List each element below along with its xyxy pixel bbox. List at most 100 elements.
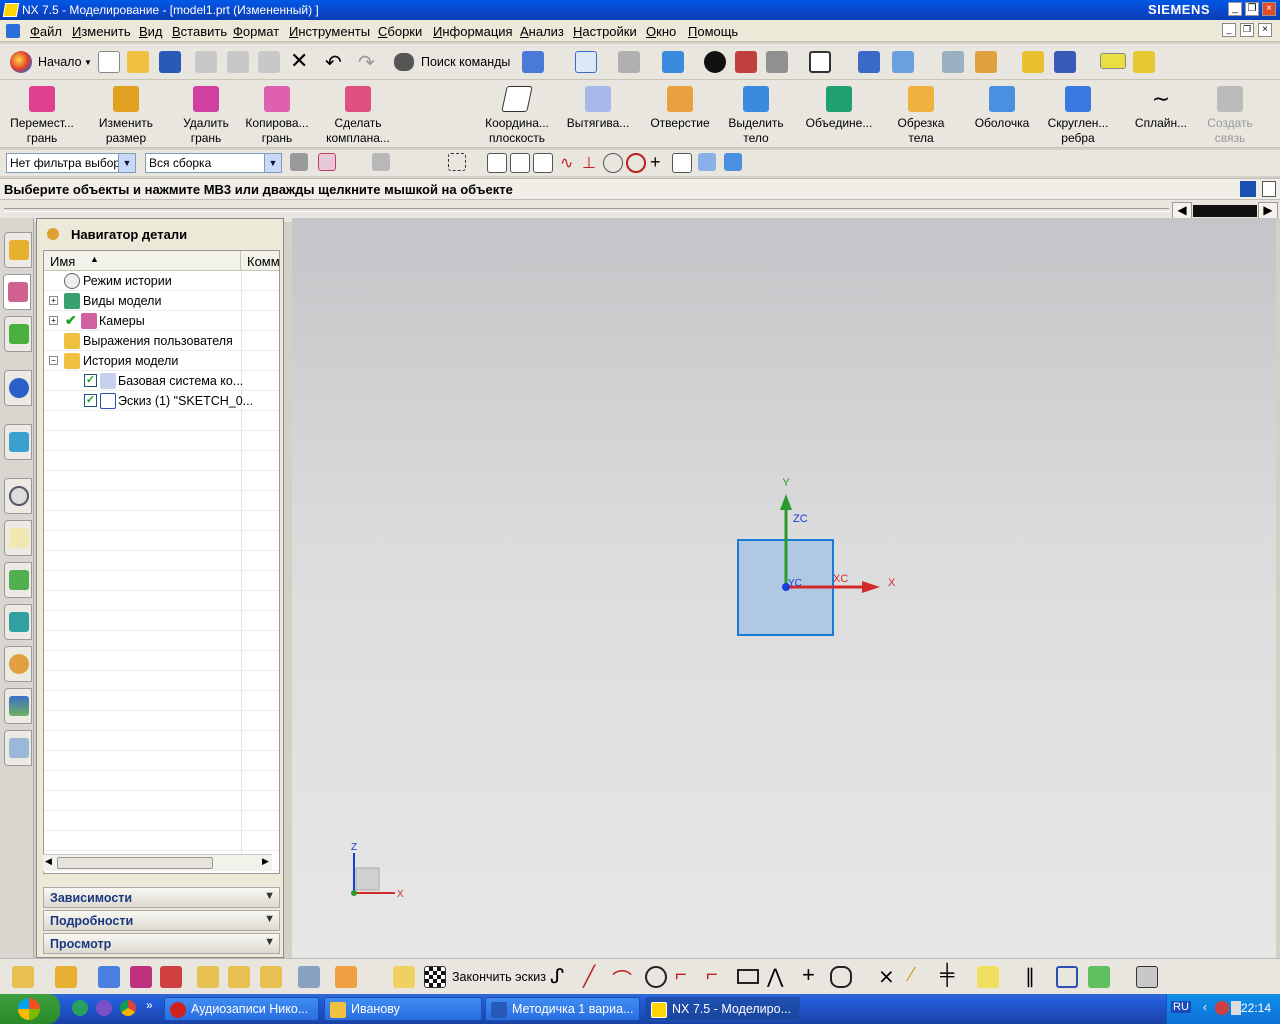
snap-intersection-icon[interactable]: ⊥: [582, 153, 596, 173]
menu-assemblies[interactable]: Сборки: [378, 24, 422, 39]
angle-measure-icon[interactable]: [1133, 51, 1155, 73]
trim-body-button[interactable]: Обрезка тела: [881, 82, 961, 146]
quicklaunch-app-icon[interactable]: [96, 1000, 112, 1016]
snap-icon[interactable]: [975, 51, 997, 73]
doc-minimize-button[interactable]: _: [1222, 23, 1236, 37]
visibility-checkbox[interactable]: ✓: [84, 374, 97, 387]
move-component-icon[interactable]: [98, 966, 120, 988]
wave-icon[interactable]: [260, 966, 282, 988]
language-indicator[interactable]: RU: [1171, 1001, 1191, 1013]
finish-sketch-button[interactable]: Закончить эскиз: [452, 970, 546, 984]
menu-analysis[interactable]: Анализ: [520, 24, 564, 39]
menu-format[interactable]: Формат: [233, 24, 279, 39]
auto-constrain-icon[interactable]: [977, 966, 999, 988]
unite-button[interactable]: Объедине...: [799, 82, 879, 146]
finish-sketch-icon[interactable]: [424, 966, 446, 988]
cut-icon[interactable]: [195, 51, 217, 73]
circle-icon[interactable]: [645, 966, 667, 988]
system-scene-tab[interactable]: [4, 688, 32, 724]
explode-icon[interactable]: [197, 966, 219, 988]
menu-information[interactable]: Информация: [433, 24, 513, 39]
fit-view-icon[interactable]: [575, 51, 597, 73]
quicklaunch-chrome-icon[interactable]: [120, 1000, 136, 1016]
pattern-component-icon[interactable]: [335, 966, 357, 988]
panel-dependencies[interactable]: Зависимости ▼: [43, 887, 280, 908]
measure-icon[interactable]: [1100, 53, 1126, 69]
delete-face-button[interactable]: Удалить грань: [166, 82, 246, 146]
horizontal-scrollbar[interactable]: ◀ ▶: [43, 854, 272, 871]
clock[interactable]: 22:14: [1241, 1001, 1271, 1015]
polygon-icon[interactable]: ⋀: [767, 964, 783, 989]
analysis-icon[interactable]: [1022, 51, 1044, 73]
arc-icon[interactable]: ⌒: [612, 964, 632, 993]
spline-sketch-icon[interactable]: [830, 966, 852, 988]
graphics-window[interactable]: Y ZC XC X YC Z X: [292, 218, 1276, 958]
extract-body-button[interactable]: Выделить тело: [716, 82, 796, 146]
quick-trim-icon[interactable]: ⨯: [878, 964, 895, 989]
type-filter-dropdown[interactable]: Нет фильтра выбор ▼: [6, 153, 136, 173]
clone-icon[interactable]: [298, 966, 320, 988]
menu-window[interactable]: Окно: [646, 24, 676, 39]
make-corner-icon[interactable]: ╪: [940, 964, 954, 987]
snap-on-curve-icon[interactable]: [672, 153, 692, 173]
tree-row-history-mode[interactable]: Режим истории: [44, 271, 279, 291]
copy-face-button[interactable]: Копирова... грань: [237, 82, 317, 146]
close-button[interactable]: ×: [1262, 2, 1276, 16]
selection-settings-icon[interactable]: [290, 153, 308, 171]
collapse-icon[interactable]: −: [49, 356, 58, 365]
profile-icon[interactable]: ᔑ: [550, 964, 564, 989]
snap-body-icon[interactable]: [724, 153, 742, 171]
datum-plane-button[interactable]: Координа... плоскость: [477, 82, 557, 146]
assembly-navigator-tab[interactable]: [4, 232, 32, 268]
render-style-icon[interactable]: [704, 51, 726, 73]
visualization-tab[interactable]: [4, 730, 32, 766]
make-coplanar-button[interactable]: Сделать компланa...: [318, 82, 398, 146]
tree-row-model-views[interactable]: + Виды модели: [44, 291, 279, 311]
start-button[interactable]: Начало: [38, 55, 82, 69]
open-folder-icon[interactable]: [127, 51, 149, 73]
snap-control-point-icon[interactable]: [533, 153, 553, 173]
sequence-icon[interactable]: [228, 966, 250, 988]
info-window-icon[interactable]: [522, 51, 544, 73]
history-tab[interactable]: [4, 478, 32, 514]
tray-volume-icon[interactable]: [1231, 1001, 1241, 1015]
snap-curve-icon[interactable]: ∿: [560, 153, 573, 173]
menu-view[interactable]: Вид: [139, 24, 163, 39]
chamfer-icon[interactable]: ⌐: [706, 964, 718, 987]
hidden-edge-icon[interactable]: [766, 51, 788, 73]
fillet-icon[interactable]: ⌐: [675, 964, 687, 987]
general-selection-icon[interactable]: [318, 153, 336, 171]
panel-details[interactable]: Подробности ▼: [43, 910, 280, 931]
snap-face-icon[interactable]: [698, 153, 716, 171]
feature-select-icon[interactable]: [372, 153, 390, 171]
dimension-icon[interactable]: [1056, 966, 1078, 988]
binoculars-icon[interactable]: [394, 53, 414, 71]
menu-tools[interactable]: Инструменты: [289, 24, 370, 39]
scroll-thumb[interactable]: [57, 857, 213, 869]
column-header-comment[interactable]: Комм: [241, 251, 279, 271]
find-command-button[interactable]: Поиск команды: [421, 55, 510, 69]
extrude-button[interactable]: Вытягива...: [558, 82, 638, 146]
line-icon[interactable]: ╱: [583, 964, 595, 989]
wcs-icon[interactable]: [858, 51, 880, 73]
reuse-library-tab[interactable]: [4, 316, 32, 352]
pin-icon[interactable]: [47, 228, 59, 240]
start-icon[interactable]: [10, 51, 32, 73]
assembly-icon[interactable]: [12, 966, 34, 988]
snap-point-icon[interactable]: +: [650, 152, 661, 173]
start-button[interactable]: [0, 994, 60, 1024]
delete-icon[interactable]: ✕: [290, 50, 308, 72]
new-file-icon[interactable]: [98, 51, 120, 73]
expand-icon[interactable]: +: [49, 316, 58, 325]
task-audio[interactable]: Аудиозаписи Нико...: [164, 997, 319, 1021]
panel-preview[interactable]: Просмотр ▼: [43, 933, 280, 954]
roles-tab[interactable]: [4, 646, 32, 682]
copy-icon[interactable]: [227, 51, 249, 73]
column-header-name[interactable]: Имя ▲: [44, 251, 241, 271]
move-face-button[interactable]: Перемест... грань: [2, 82, 82, 146]
restore-button[interactable]: ❐: [1245, 2, 1259, 16]
orient-view-icon[interactable]: [618, 51, 640, 73]
menu-insert[interactable]: Вставить: [172, 24, 227, 39]
task-ivanovu[interactable]: Иванову: [324, 997, 482, 1021]
process-studio-tab[interactable]: [4, 520, 32, 556]
